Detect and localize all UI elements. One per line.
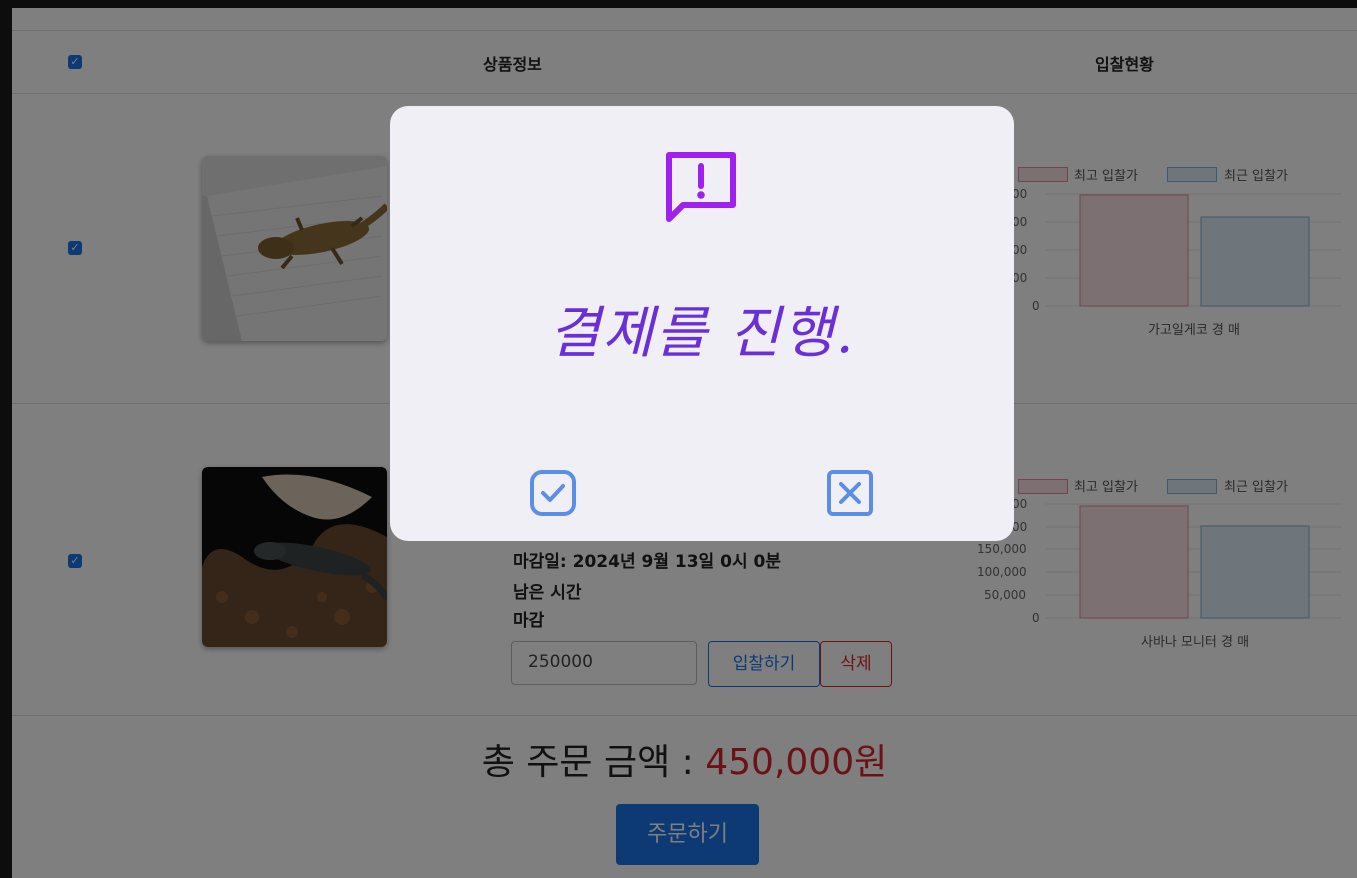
confirm-payment-modal: 결제를 진행. — [390, 106, 1014, 541]
alert-message-icon — [666, 152, 736, 222]
check-icon[interactable] — [529, 469, 577, 517]
close-icon[interactable] — [826, 469, 874, 517]
modal-message: 결제를 진행. — [548, 301, 856, 366]
